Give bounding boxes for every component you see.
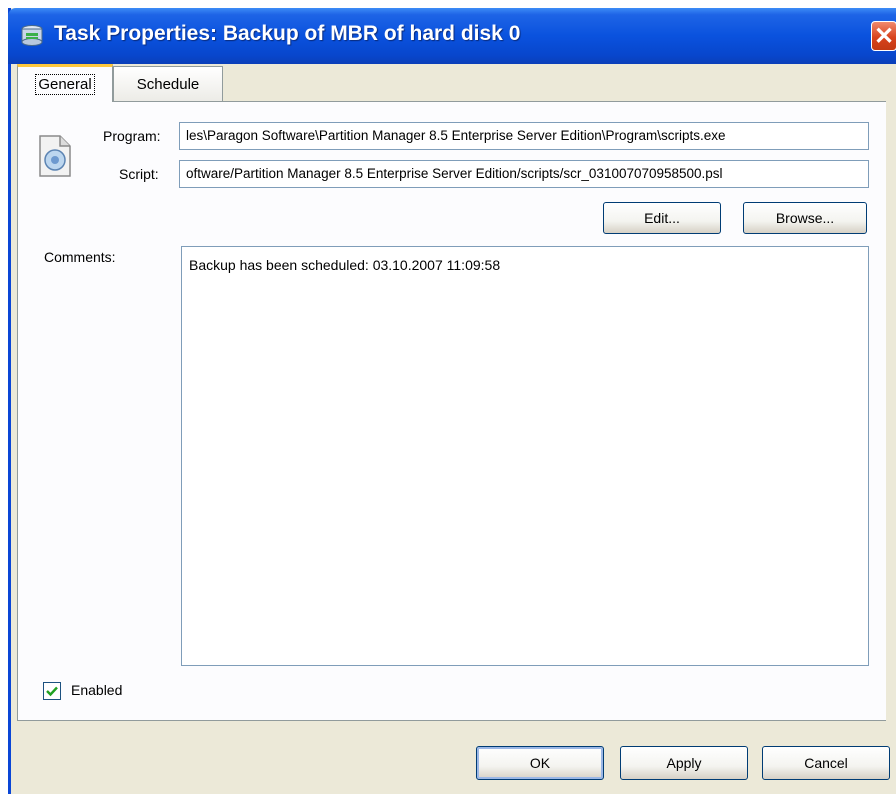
tab-schedule[interactable]: Schedule bbox=[113, 66, 223, 102]
browse-button[interactable]: Browse... bbox=[743, 202, 867, 234]
ok-button[interactable]: OK bbox=[476, 746, 604, 780]
comments-text: Backup has been scheduled: 03.10.2007 11… bbox=[189, 257, 501, 273]
enabled-checkbox[interactable] bbox=[43, 682, 61, 700]
script-label: Script: bbox=[119, 166, 159, 182]
tab-schedule-label: Schedule bbox=[136, 76, 200, 93]
task-icon bbox=[21, 25, 43, 46]
close-button[interactable]: ✕ bbox=[871, 21, 896, 51]
enabled-label: Enabled bbox=[71, 682, 123, 698]
script-field[interactable]: oftware/Partition Manager 8.5 Enterprise… bbox=[179, 160, 869, 188]
comments-label: Comments: bbox=[44, 249, 116, 265]
tab-general-label: General bbox=[35, 74, 95, 95]
program-label: Program: bbox=[103, 128, 161, 144]
close-icon: ✕ bbox=[873, 22, 895, 50]
apply-button[interactable]: Apply bbox=[620, 746, 748, 780]
window-title: Task Properties: Backup of MBR of hard d… bbox=[54, 22, 521, 45]
checkmark-icon bbox=[46, 686, 58, 697]
tab-general[interactable]: General bbox=[17, 64, 113, 102]
edit-button[interactable]: Edit... bbox=[603, 202, 721, 234]
program-field[interactable]: les\Paragon Software\Partition Manager 8… bbox=[179, 122, 869, 150]
title-bar[interactable]: Task Properties: Backup of MBR of hard d… bbox=[8, 8, 896, 64]
script-document-icon bbox=[39, 135, 71, 177]
comments-textarea[interactable]: Backup has been scheduled: 03.10.2007 11… bbox=[181, 246, 869, 666]
cancel-button[interactable]: Cancel bbox=[762, 746, 890, 780]
